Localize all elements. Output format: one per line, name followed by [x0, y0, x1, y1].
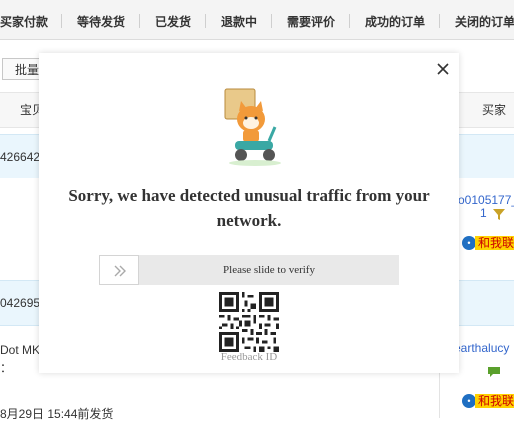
verify-slider[interactable]: Please slide to verify [99, 255, 399, 285]
slider-instruction: Please slide to verify [223, 264, 315, 276]
slider-handle[interactable] [99, 255, 139, 285]
captcha-title: Sorry, we have detected unusual traffic … [68, 186, 430, 230]
close-icon[interactable] [435, 61, 451, 77]
modal-overlay: Sorry, we have detected unusual traffic … [0, 0, 514, 418]
feedback-id-label: Feedback ID [220, 351, 278, 363]
captcha-dialog: Sorry, we have detected unusual traffic … [39, 53, 459, 373]
double-chevron-right-icon [114, 265, 126, 277]
mascot-illustration [224, 88, 281, 166]
qr-code-icon [219, 292, 279, 352]
